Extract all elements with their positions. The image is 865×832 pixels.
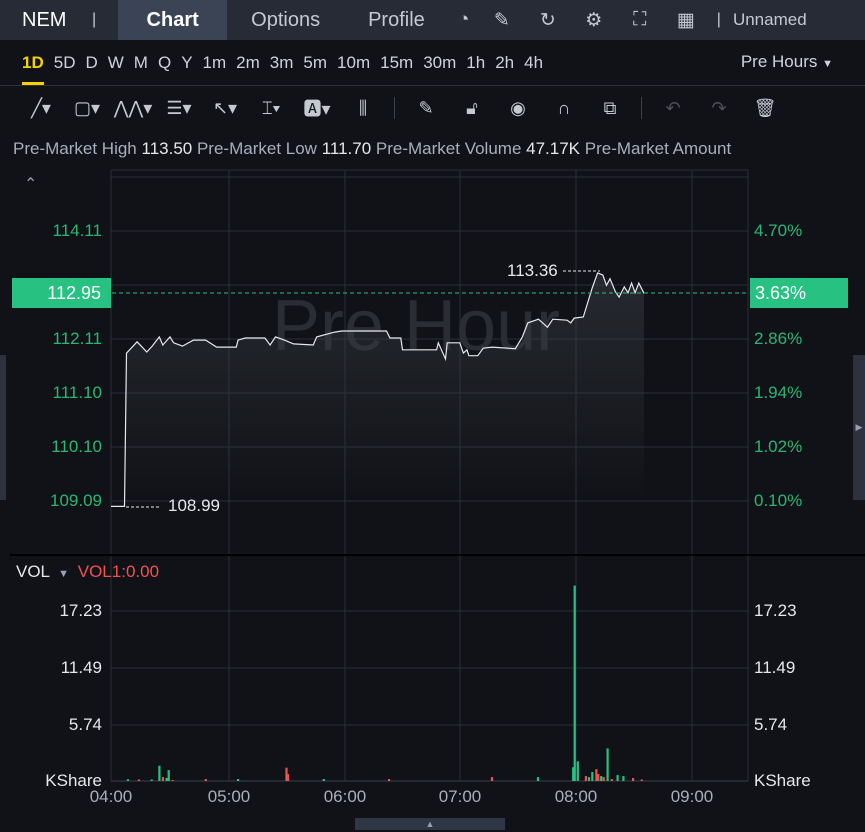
current-percent-badge: 3.63% bbox=[750, 278, 848, 308]
volume-bar bbox=[640, 779, 643, 781]
volume-bar bbox=[616, 775, 619, 781]
volume-axis-label: 11.49 bbox=[754, 658, 796, 677]
volume-bar bbox=[490, 777, 494, 781]
percent-axis-label: 2.86% bbox=[754, 329, 803, 348]
volume-axis-label: 5.74 bbox=[68, 715, 102, 734]
volume-indicator-value: VOL1:0.00 bbox=[77, 562, 160, 581]
volume-bar bbox=[595, 769, 598, 781]
right-panel-handle[interactable]: ▶ bbox=[853, 355, 865, 500]
time-axis-label: 04:00 bbox=[89, 787, 133, 806]
volume-bar bbox=[388, 779, 391, 781]
bottom-panel-toggle[interactable]: ▲ bbox=[355, 818, 505, 830]
volume-bar bbox=[584, 776, 587, 781]
time-axis-label: 08:00 bbox=[554, 787, 598, 806]
price-axis-label: 112.11 bbox=[52, 329, 102, 348]
volume-bar bbox=[161, 777, 164, 781]
price-axis-label: 111.10 bbox=[52, 383, 102, 402]
time-axis-label: 09:00 bbox=[670, 787, 714, 806]
collapse-icon[interactable]: ⌃ bbox=[24, 174, 37, 194]
percent-axis-label: 0.10% bbox=[754, 491, 803, 510]
volume-bar bbox=[204, 779, 207, 781]
price-chart[interactable]: Pre Hour bbox=[0, 0, 865, 832]
volume-bar bbox=[167, 770, 170, 781]
price-axis-label: 109.09 bbox=[50, 491, 102, 510]
price-axis-label: 110.10 bbox=[51, 437, 102, 456]
time-axis-label: 05:00 bbox=[207, 787, 251, 806]
volume-bar bbox=[576, 761, 579, 781]
volume-bar bbox=[591, 772, 594, 781]
high-marker: 113.36 bbox=[507, 261, 558, 280]
volume-bar bbox=[137, 779, 140, 781]
percent-axis-label: 4.70% bbox=[754, 221, 803, 240]
volume-indicator-select[interactable]: VOL ▼ VOL1:0.00 bbox=[16, 562, 159, 582]
volume-bar bbox=[286, 774, 290, 781]
volume-axis-label: 17.23 bbox=[59, 601, 102, 620]
volume-bar bbox=[126, 779, 129, 781]
volume-bar bbox=[573, 585, 576, 781]
volume-axis-label: 17.23 bbox=[754, 601, 797, 620]
volume-bar bbox=[597, 774, 600, 781]
volume-bar bbox=[587, 777, 591, 781]
time-axis-label: 06:00 bbox=[323, 787, 367, 806]
time-axis-label: 07:00 bbox=[438, 787, 482, 806]
left-panel-handle[interactable] bbox=[0, 355, 6, 500]
volume-bar bbox=[602, 777, 605, 781]
volume-axis-label: 11.49 bbox=[60, 658, 102, 677]
percent-axis-label: 1.94% bbox=[754, 383, 803, 402]
current-price-badge: 112.95 bbox=[12, 278, 111, 308]
volume-bar bbox=[600, 776, 603, 781]
volume-bar bbox=[622, 776, 625, 781]
volume-bar bbox=[536, 777, 540, 781]
percent-axis-label: 1.02% bbox=[754, 437, 803, 456]
volume-label: VOL bbox=[16, 562, 50, 581]
volume-bar bbox=[322, 779, 325, 781]
volume-bar bbox=[158, 765, 161, 781]
volume-bar bbox=[606, 748, 609, 781]
volume-bar bbox=[150, 779, 153, 781]
chevron-down-icon: ▼ bbox=[58, 568, 70, 580]
volume-bar bbox=[237, 779, 240, 781]
low-marker: 108.99 bbox=[168, 496, 220, 515]
volume-bar bbox=[165, 778, 168, 781]
price-axis-label: 114.11 bbox=[52, 221, 102, 240]
volume-axis-label: 5.74 bbox=[754, 715, 788, 734]
volume-bar bbox=[171, 780, 174, 781]
volume-bar bbox=[610, 779, 613, 781]
volume-bar bbox=[632, 778, 635, 781]
source-label: KShare bbox=[754, 771, 811, 790]
